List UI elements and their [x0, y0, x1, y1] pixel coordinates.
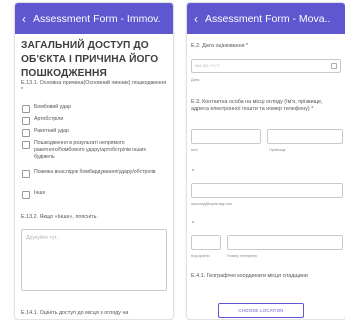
- email-required-mark: *: [192, 169, 195, 175]
- option-other[interactable]: Інше: [22, 190, 170, 199]
- question-e14-1-label: Е.14.1. Оцініть доступ до місця з огляду…: [21, 310, 129, 316]
- checkbox[interactable]: [22, 104, 30, 113]
- right-app-title: Assessment Form - Mova..: [205, 12, 331, 25]
- section-heading: ЗАГАЛЬНИЙ ДОСТУП ДО ОБ'ЄКТА І ПРИЧИНА ЙО…: [21, 40, 159, 79]
- phone-number-input[interactable]: [227, 235, 343, 250]
- email-caption: приклад@приклад.com: [191, 202, 233, 206]
- first-name-input[interactable]: [191, 129, 261, 144]
- checkbox[interactable]: [22, 140, 30, 149]
- left-phone-screen: ‹ Assessment Form - Immov. ЗАГАЛЬНИЙ ДОС…: [14, 2, 174, 320]
- option-shelling[interactable]: Артобстріли: [22, 116, 170, 125]
- back-arrow-icon[interactable]: ‹: [187, 13, 205, 25]
- last-name-input[interactable]: [267, 129, 343, 144]
- option-missile-strike[interactable]: Ракетний удар: [22, 128, 170, 137]
- country-code-input[interactable]: [191, 235, 221, 250]
- back-arrow-icon[interactable]: ‹: [15, 13, 33, 25]
- option-indirect-damage[interactable]: Пошкодження в результаті непрямого ракет…: [22, 140, 146, 160]
- option-label: Артобстріли: [34, 116, 64, 122]
- date-placeholder: MM-DD-YYYY: [195, 64, 220, 68]
- textarea-placeholder: Друкуйте тут...: [26, 235, 61, 241]
- checkbox[interactable]: [22, 169, 30, 178]
- last-name-caption: Прізвище: [269, 148, 286, 152]
- first-name-caption: Ім'я: [191, 148, 198, 152]
- phone-required-mark: *: [192, 221, 195, 227]
- country-code-caption: Код країни: [191, 254, 210, 258]
- phone-number-caption: Номер телефону: [227, 254, 257, 258]
- option-bomb-strike[interactable]: Бомбовий удар: [22, 104, 170, 113]
- left-app-title: Assessment Form - Immov.: [33, 12, 161, 25]
- right-phone-screen: ‹ Assessment Form - Mova.. Е.2. Дата оці…: [186, 2, 345, 320]
- checkbox[interactable]: [22, 190, 30, 199]
- other-explanation-textarea[interactable]: Друкуйте тут...: [21, 229, 167, 291]
- option-label: Інше: [34, 190, 46, 196]
- contact-person-label: Е.3. Контактна особа на місці огляду (Ім…: [191, 99, 323, 113]
- assessment-date-label: Е.2. Дата оцінювання *: [191, 43, 249, 49]
- option-label: Пошкодження в результаті непрямого ракет…: [34, 140, 146, 160]
- date-caption: Дата: [191, 78, 200, 82]
- option-fire[interactable]: Пожежа внаслідок бомбардування/удару/обс…: [22, 169, 170, 178]
- checkbox[interactable]: [22, 128, 30, 137]
- geo-coordinates-label: Е.4.1. Географічні координати місця спад…: [191, 273, 308, 279]
- checkbox[interactable]: [22, 116, 30, 125]
- question-e13-2-label: Е.13.2. Якщо «Інше», поясніть.: [21, 214, 98, 220]
- question-e13-1-label: Е.13.1. Основна причина(Основний чинник)…: [21, 80, 167, 94]
- choose-location-button[interactable]: CHOOSE LOCATION: [218, 303, 304, 318]
- option-label: Бомбовий удар: [34, 104, 71, 110]
- left-app-bar: ‹ Assessment Form - Immov.: [15, 3, 173, 34]
- option-label: Пожежа внаслідок бомбардування/удару/обс…: [34, 169, 156, 175]
- calendar-icon[interactable]: [331, 63, 337, 69]
- assessment-date-input[interactable]: MM-DD-YYYY: [191, 59, 341, 73]
- email-input[interactable]: [191, 183, 343, 198]
- right-app-bar: ‹ Assessment Form - Mova..: [187, 3, 345, 34]
- option-label: Ракетний удар: [34, 128, 69, 134]
